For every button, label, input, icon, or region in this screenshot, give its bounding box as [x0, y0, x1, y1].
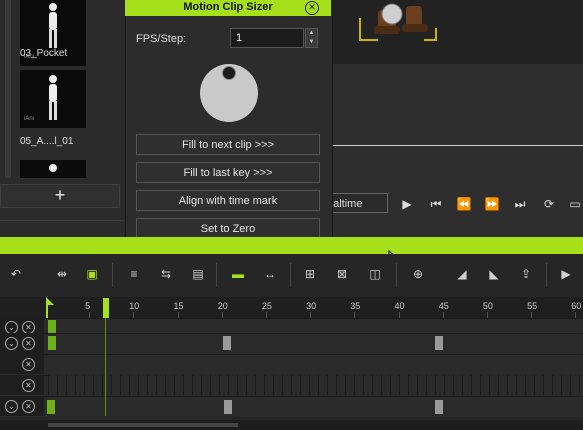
library-item-label: 03_Pocket [20, 48, 68, 59]
library-scrollbar[interactable] [5, 0, 11, 178]
rewind-icon[interactable]: ⏪ [455, 195, 473, 213]
play-icon[interactable]: ▶ [558, 266, 574, 282]
keyframe-marker[interactable] [47, 400, 55, 414]
playhead-line [105, 318, 106, 416]
toolbar-separator [546, 263, 547, 287]
ruler-tick-label: 45 [438, 301, 449, 311]
save-icon[interactable]: ▤ [190, 266, 206, 282]
ruler-tick-label: 35 [350, 301, 361, 311]
toolbar-separator [290, 263, 291, 287]
chat-icon[interactable]: ▭ [566, 195, 583, 213]
loop-icon[interactable]: ⟳ [540, 195, 558, 213]
figure-icon [49, 164, 57, 172]
collapse-right-icon[interactable]: ◣ [486, 266, 502, 282]
viewport-preview [330, 0, 583, 64]
close-track-icon[interactable]: ✕ [22, 400, 35, 413]
align-icon[interactable]: ⇹ [54, 266, 70, 282]
keyframe-marker[interactable] [224, 400, 232, 414]
ruler-tick-label: 10 [129, 301, 140, 311]
ruler-tick-label: 20 [217, 301, 228, 311]
expand-icon[interactable]: ⌄ [5, 337, 18, 350]
keyframe-marker[interactable] [435, 336, 443, 350]
library-thumbnail-partial[interactable] [20, 160, 86, 178]
ruler-tick-label: 30 [306, 301, 317, 311]
keyframe-marker[interactable] [223, 336, 231, 350]
fps-step-spinner[interactable]: ▲ ▼ [305, 28, 318, 48]
fill-to-last-key-button[interactable]: Fill to last key >>> [136, 162, 320, 183]
close-track-icon[interactable]: ✕ [22, 358, 35, 371]
add-library-item-button[interactable]: + [0, 184, 120, 208]
timeline-header-bar [0, 237, 583, 254]
ruler-tick-label: 15 [173, 301, 184, 311]
toolbar-separator [112, 263, 113, 287]
first-frame-icon[interactable]: ⏮ [427, 195, 445, 213]
key-list-icon[interactable]: ≡ [126, 266, 142, 282]
fps-step-label: FPS/Step: [136, 33, 187, 45]
viewport-divider [330, 145, 583, 146]
transition-icon[interactable]: ⇆ [158, 266, 174, 282]
track-controls: ✕ [0, 375, 44, 395]
ruler-tick-label: 60 [571, 301, 582, 311]
keyframe-marker[interactable] [48, 320, 56, 334]
playhead[interactable] [103, 298, 109, 318]
track-row [0, 354, 583, 375]
split-icon[interactable]: ◫ [367, 266, 383, 282]
library-item-label: 05_A....l_01 [20, 136, 74, 147]
fill-to-next-clip-button[interactable]: Fill to next clip >>> [136, 134, 320, 155]
keyframe-marker[interactable] [435, 400, 443, 414]
dialog-title: Motion Clip Sizer [125, 0, 331, 16]
track-controls: ⌄ ✕ [0, 396, 44, 416]
undo-icon[interactable]: ↶ [8, 266, 24, 282]
boots-preview-icon [359, 3, 437, 41]
toolbar-separator [396, 263, 397, 287]
frame-grid[interactable] [48, 375, 583, 395]
fast-forward-icon[interactable]: ⏩ [483, 195, 501, 213]
zoom-icon[interactable]: ⊕ [410, 266, 426, 282]
stretch-icon[interactable]: ↔ [262, 266, 278, 282]
track-row [0, 396, 583, 417]
close-track-icon[interactable]: ✕ [22, 337, 35, 350]
set-to-zero-button[interactable]: Set to Zero [136, 218, 320, 239]
insert-icon[interactable]: ▬ [230, 266, 246, 282]
play-icon[interactable]: ▶ [398, 195, 416, 213]
ruler-tick-label: 5 [85, 301, 91, 311]
toolbar-separator [216, 263, 217, 287]
ruler-tick-label: 50 [482, 301, 493, 311]
thumbnail-tag: iAni [24, 116, 35, 122]
track-controls: ⌄ ✕ [0, 333, 44, 354]
add-track-icon[interactable]: ⊞ [302, 266, 318, 282]
track-controls: ✕ [0, 354, 44, 374]
ruler-tick-label: 55 [527, 301, 538, 311]
divider [0, 220, 124, 221]
dial-knob[interactable] [222, 66, 236, 80]
range-start-marker-icon[interactable] [46, 297, 54, 319]
close-icon[interactable]: ✕ [305, 1, 319, 15]
align-with-time-mark-button[interactable]: Align with time mark [136, 190, 320, 211]
timeline-scroll-thumb[interactable] [48, 423, 238, 427]
expand-icon[interactable]: ⌄ [5, 400, 18, 413]
export-icon[interactable]: ⇪ [518, 266, 534, 282]
fps-step-input[interactable]: 1 [230, 28, 304, 48]
ruler-tick-label: 40 [394, 301, 405, 311]
last-frame-icon[interactable]: ⏭ [511, 195, 529, 213]
ruler-tick-label: 25 [261, 301, 272, 311]
library-thumbnail-05[interactable]: iAni [20, 70, 86, 128]
clip-range-icon[interactable]: ▣ [84, 266, 100, 282]
motion-library-panel: iAni 03_Pocket iAni 05_A....l_01 + [0, 0, 124, 237]
figure-icon [49, 75, 57, 120]
close-track-icon[interactable]: ✕ [22, 379, 35, 392]
delete-track-icon[interactable]: ⊠ [334, 266, 350, 282]
figure-icon [49, 3, 57, 48]
keyframe-marker[interactable] [48, 336, 56, 350]
track-row [0, 333, 583, 355]
collapse-left-icon[interactable]: ◢ [454, 266, 470, 282]
